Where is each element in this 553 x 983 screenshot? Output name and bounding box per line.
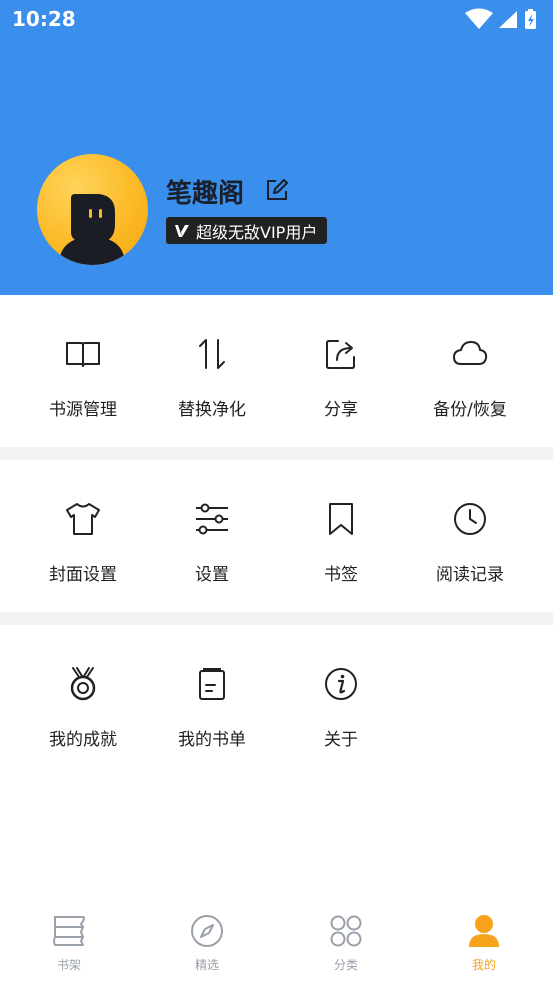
section-divider bbox=[0, 612, 553, 625]
menu-item-label: 封面设置 bbox=[49, 565, 117, 585]
menu-item-reading-history[interactable]: 阅读记录 bbox=[401, 460, 539, 612]
menu-item-my-booklist[interactable]: 我的书单 bbox=[143, 625, 281, 777]
menu-section-tools: 书源管理 替换净化 分享 备份/恢复 bbox=[0, 295, 553, 447]
tab-featured[interactable]: 精选 bbox=[138, 900, 276, 983]
person-icon bbox=[469, 915, 499, 947]
status-bar: 10:28 bbox=[0, 0, 553, 38]
tab-label: 精选 bbox=[194, 958, 219, 972]
tab-label: 我的 bbox=[471, 958, 496, 972]
menu-item-label: 关于 bbox=[324, 730, 358, 750]
menu-item-share[interactable]: 分享 bbox=[272, 295, 410, 447]
menu-item-achievements[interactable]: 我的成就 bbox=[14, 625, 152, 777]
menu-item-about[interactable]: 关于 bbox=[272, 625, 410, 777]
avatar-icon bbox=[59, 194, 125, 265]
menu-item-label: 书源管理 bbox=[49, 400, 117, 420]
tab-label: 书架 bbox=[56, 958, 81, 972]
section-divider bbox=[0, 447, 553, 460]
bottom-tab-bar: 书架 精选 分类 我的 bbox=[0, 900, 553, 983]
vip-icon bbox=[175, 224, 189, 237]
profile-header: 10:28 笔趣阁 超级无敌VIP用户 bbox=[0, 0, 553, 295]
compass-icon bbox=[191, 915, 223, 947]
menu-item-label: 阅读记录 bbox=[436, 565, 504, 585]
menu-item-label: 设置 bbox=[195, 565, 229, 585]
booklist-icon bbox=[199, 668, 225, 700]
menu-section-personal: 我的成就 我的书单 关于 bbox=[0, 625, 553, 777]
menu-item-label: 备份/恢复 bbox=[433, 400, 507, 420]
status-icons bbox=[465, 8, 536, 29]
menu-item-source-manage[interactable]: 书源管理 bbox=[14, 295, 152, 447]
bookmark-icon bbox=[329, 503, 353, 535]
category-icon bbox=[330, 915, 362, 947]
menu-item-label: 我的成就 bbox=[49, 730, 117, 750]
tab-category[interactable]: 分类 bbox=[277, 900, 415, 983]
avatar[interactable] bbox=[37, 154, 148, 265]
tshirt-icon bbox=[66, 503, 100, 535]
menu-item-label: 分享 bbox=[324, 400, 358, 420]
menu-item-label: 替换净化 bbox=[178, 400, 246, 420]
tab-label: 分类 bbox=[333, 958, 358, 972]
share-icon bbox=[326, 340, 355, 369]
menu-item-label: 书签 bbox=[324, 565, 358, 585]
status-time: 10:28 bbox=[12, 7, 76, 31]
cloud-icon bbox=[453, 341, 488, 365]
vip-badge-label: 超级无敌VIP用户 bbox=[196, 222, 318, 242]
info-icon bbox=[325, 668, 357, 700]
medal-icon bbox=[70, 667, 96, 701]
tab-mine[interactable]: 我的 bbox=[415, 900, 553, 983]
sliders-icon bbox=[196, 503, 228, 535]
username: 笔趣阁 bbox=[166, 179, 245, 209]
menu-item-replace-purify[interactable]: 替换净化 bbox=[143, 295, 281, 447]
tab-bookshelf[interactable]: 书架 bbox=[0, 900, 138, 983]
menu-section-settings: 封面设置 设置 书签 阅读记录 bbox=[0, 460, 553, 612]
menu-item-cover-settings[interactable]: 封面设置 bbox=[14, 460, 152, 612]
book-open-icon bbox=[66, 342, 100, 367]
menu-item-settings[interactable]: 设置 bbox=[143, 460, 281, 612]
signal-icon bbox=[499, 11, 517, 28]
edit-icon[interactable] bbox=[265, 178, 289, 202]
swap-arrows-icon bbox=[199, 339, 225, 369]
menu-item-backup-restore[interactable]: 备份/恢复 bbox=[401, 295, 539, 447]
wifi-icon bbox=[465, 8, 493, 29]
vip-badge: 超级无敌VIP用户 bbox=[166, 217, 328, 244]
bookshelf-icon bbox=[53, 916, 85, 946]
menu-item-label: 我的书单 bbox=[178, 730, 246, 750]
menu-item-bookmark[interactable]: 书签 bbox=[272, 460, 410, 612]
clock-icon bbox=[454, 503, 486, 535]
